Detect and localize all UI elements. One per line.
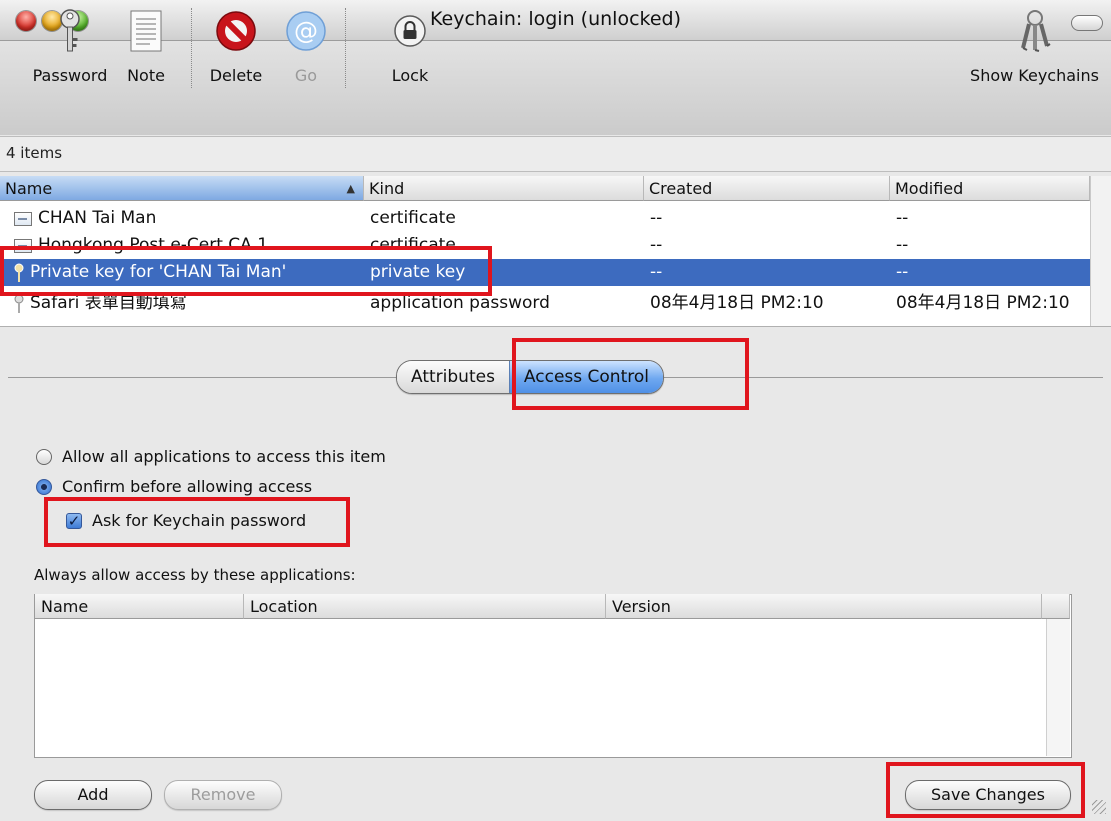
row-modified: 08年4月18日 PM2:10 bbox=[896, 293, 1070, 313]
key-icon bbox=[48, 8, 92, 54]
row-kind: certificate bbox=[370, 208, 456, 228]
column-header-name[interactable]: Name ▲ bbox=[0, 176, 364, 201]
keychain-icon bbox=[1013, 8, 1057, 54]
show-keychains-label: Show Keychains bbox=[970, 66, 1099, 85]
certificate-icon bbox=[14, 211, 32, 226]
add-button[interactable]: Add bbox=[34, 780, 152, 810]
column-header-kind[interactable]: Kind bbox=[364, 176, 644, 201]
status-bar bbox=[0, 136, 1111, 172]
remove-button[interactable]: Remove bbox=[164, 780, 282, 810]
toolbar-separator bbox=[191, 8, 192, 88]
apps-column-name[interactable]: Name bbox=[35, 594, 244, 619]
confirm-option[interactable]: Confirm before allowing access bbox=[36, 477, 312, 496]
password-button[interactable]: Password bbox=[20, 0, 120, 94]
row-created: -- bbox=[650, 262, 663, 282]
delete-button[interactable]: Delete bbox=[200, 0, 272, 94]
confirm-label: Confirm before allowing access bbox=[62, 477, 313, 496]
row-created: -- bbox=[650, 235, 663, 255]
apps-column-version[interactable]: Version bbox=[606, 594, 1042, 619]
at-icon: @ bbox=[284, 8, 328, 54]
delete-icon bbox=[214, 8, 258, 54]
allow-all-option[interactable]: Allow all applications to access this it… bbox=[36, 447, 386, 466]
apps-scrollbar[interactable] bbox=[1046, 619, 1070, 756]
row-name: CHAN Tai Man bbox=[38, 208, 157, 228]
key-icon bbox=[14, 294, 24, 314]
always-allow-label: Always allow access by these application… bbox=[34, 566, 356, 584]
row-modified: -- bbox=[896, 262, 909, 282]
confirm-radio[interactable] bbox=[36, 478, 52, 495]
row-modified: -- bbox=[896, 235, 909, 255]
password-label: Password bbox=[32, 66, 108, 85]
column-header-name-label: Name bbox=[5, 179, 53, 198]
row-created: 08年4月18日 PM2:10 bbox=[650, 293, 824, 313]
apps-column-location[interactable]: Location bbox=[244, 594, 606, 619]
sort-ascending-icon: ▲ bbox=[346, 182, 355, 195]
tab-attributes[interactable]: Attributes bbox=[397, 361, 509, 393]
show-keychains-button[interactable]: Show Keychains bbox=[962, 0, 1107, 94]
column-header-created[interactable]: Created bbox=[644, 176, 890, 201]
annotation-highlight bbox=[512, 338, 749, 410]
annotation-highlight bbox=[0, 246, 492, 296]
note-icon bbox=[124, 8, 168, 54]
table-row[interactable]: CHAN Tai Man certificate -- -- bbox=[0, 205, 1090, 232]
lock-label: Lock bbox=[391, 66, 429, 85]
table-scrollbar[interactable] bbox=[1090, 176, 1111, 326]
allow-all-label: Allow all applications to access this it… bbox=[62, 447, 386, 466]
apps-column-spacer bbox=[1042, 594, 1070, 619]
go-button: @ Go bbox=[282, 0, 330, 94]
allow-all-radio[interactable] bbox=[36, 448, 52, 465]
toolbar-separator bbox=[345, 8, 346, 88]
lock-icon bbox=[388, 8, 432, 54]
svg-text:@: @ bbox=[294, 17, 318, 45]
note-button[interactable]: Note bbox=[122, 0, 170, 94]
note-label: Note bbox=[127, 66, 165, 85]
row-modified: -- bbox=[896, 208, 909, 228]
lock-button[interactable]: Lock bbox=[380, 0, 440, 94]
row-created: -- bbox=[650, 208, 663, 228]
column-header-modified[interactable]: Modified bbox=[890, 176, 1090, 201]
annotation-highlight bbox=[44, 497, 350, 547]
delete-label: Delete bbox=[209, 66, 263, 85]
go-label: Go bbox=[294, 66, 318, 85]
items-count: 4 items bbox=[6, 144, 63, 162]
annotation-highlight bbox=[886, 762, 1085, 818]
resize-grip[interactable] bbox=[1092, 800, 1106, 814]
